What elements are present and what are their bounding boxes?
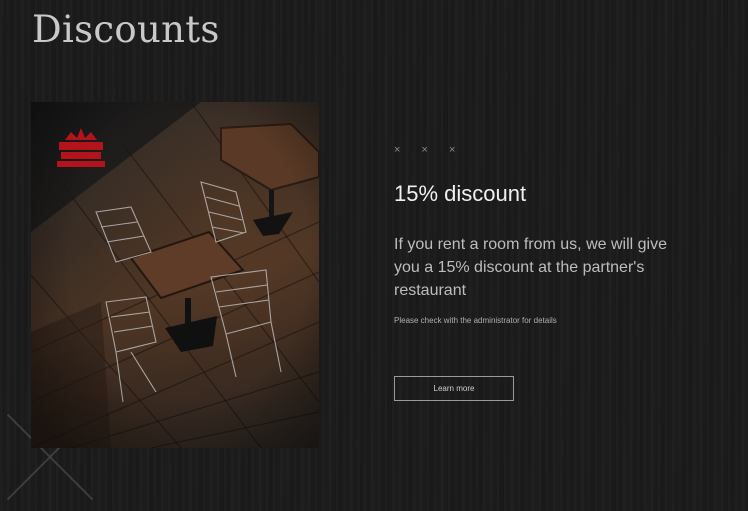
restaurant-photo (31, 102, 319, 448)
restaurant-logo (53, 124, 109, 172)
offer-note: Please check with the administrator for … (394, 316, 557, 325)
decorative-stars: × × × (394, 144, 465, 156)
learn-more-button[interactable]: Learn more (394, 376, 514, 401)
page-title: Discounts (32, 8, 220, 51)
offer-title: 15% discount (394, 181, 527, 206)
offer-description: If you rent a room from us, we will give… (394, 236, 667, 299)
